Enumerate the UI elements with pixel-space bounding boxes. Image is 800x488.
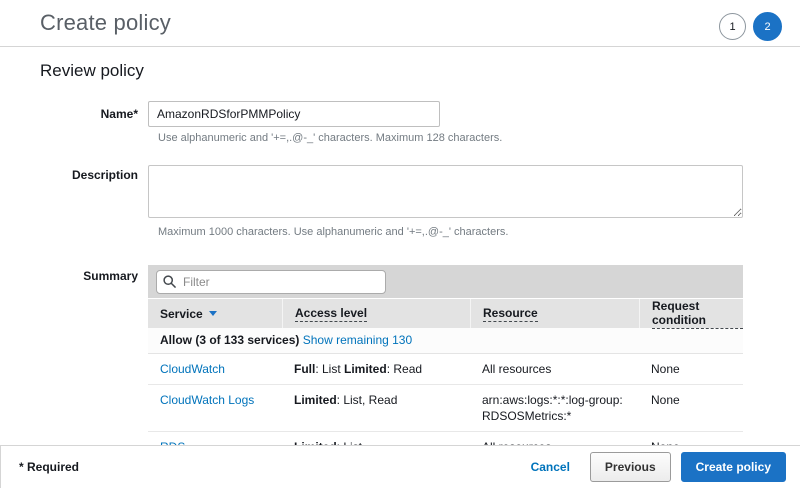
request-condition-cell: None: [639, 354, 743, 384]
name-input[interactable]: [148, 101, 440, 127]
name-helper-text: Use alphanumeric and '+=,.@-_' character…: [158, 132, 800, 144]
access-level-cell: Full: List Limited: Read: [282, 354, 470, 384]
search-icon: [163, 275, 176, 288]
column-header-request-condition[interactable]: Request condition: [639, 299, 743, 328]
request-condition-cell: None: [639, 385, 743, 431]
footer-bar: * Required Cancel Previous Create policy: [0, 445, 800, 488]
column-header-access-level[interactable]: Access level: [282, 299, 470, 328]
service-link-cloudwatch[interactable]: CloudWatch: [160, 362, 225, 376]
access-level-cell: Limited: List, Read: [282, 385, 470, 431]
resource-cell: All resources: [470, 354, 639, 384]
description-textarea[interactable]: [148, 165, 743, 218]
description-helper-text: Maximum 1000 characters. Use alphanumeri…: [158, 226, 800, 238]
show-remaining-link[interactable]: Show remaining 130: [303, 333, 412, 347]
main-content: Review policy Name* Use alphanumeric and…: [0, 47, 800, 476]
section-title: Review policy: [40, 61, 800, 81]
name-label: Name*: [40, 107, 148, 121]
service-link-cloudwatch-logs[interactable]: CloudWatch Logs: [160, 393, 254, 407]
column-header-service[interactable]: Service: [148, 299, 282, 328]
table-header-row: Service Access level Resource Request co…: [148, 299, 743, 328]
table-row: CloudWatch Full: List Limited: Read All …: [148, 354, 743, 385]
filter-bar: [148, 265, 743, 299]
step-2-circle[interactable]: 2: [753, 12, 782, 41]
required-note: * Required: [19, 460, 79, 474]
step-indicator: 1 2: [719, 12, 782, 41]
allow-group-row: Allow (3 of 133 services) Show remaining…: [148, 328, 743, 354]
sort-descending-icon: [209, 311, 217, 316]
table-row: CloudWatch Logs Limited: List, Read arn:…: [148, 385, 743, 432]
description-label: Description: [40, 165, 148, 221]
description-row: Description: [40, 165, 800, 221]
page-header: Create policy 1 2: [0, 0, 800, 47]
page-title: Create policy: [40, 10, 171, 36]
name-row: Name*: [40, 101, 800, 127]
column-header-resource[interactable]: Resource: [470, 299, 639, 328]
step-1-circle[interactable]: 1: [719, 13, 746, 40]
footer-actions: Cancel Previous Create policy: [531, 452, 786, 482]
filter-input[interactable]: [156, 270, 386, 294]
cancel-link[interactable]: Cancel: [531, 460, 570, 474]
create-policy-button[interactable]: Create policy: [681, 452, 786, 482]
resource-cell: arn:aws:logs:*:*:log-group:RDSOSMetrics:…: [470, 385, 639, 431]
allow-group-label: Allow (3 of 133 services): [160, 333, 299, 347]
previous-button[interactable]: Previous: [590, 452, 671, 482]
